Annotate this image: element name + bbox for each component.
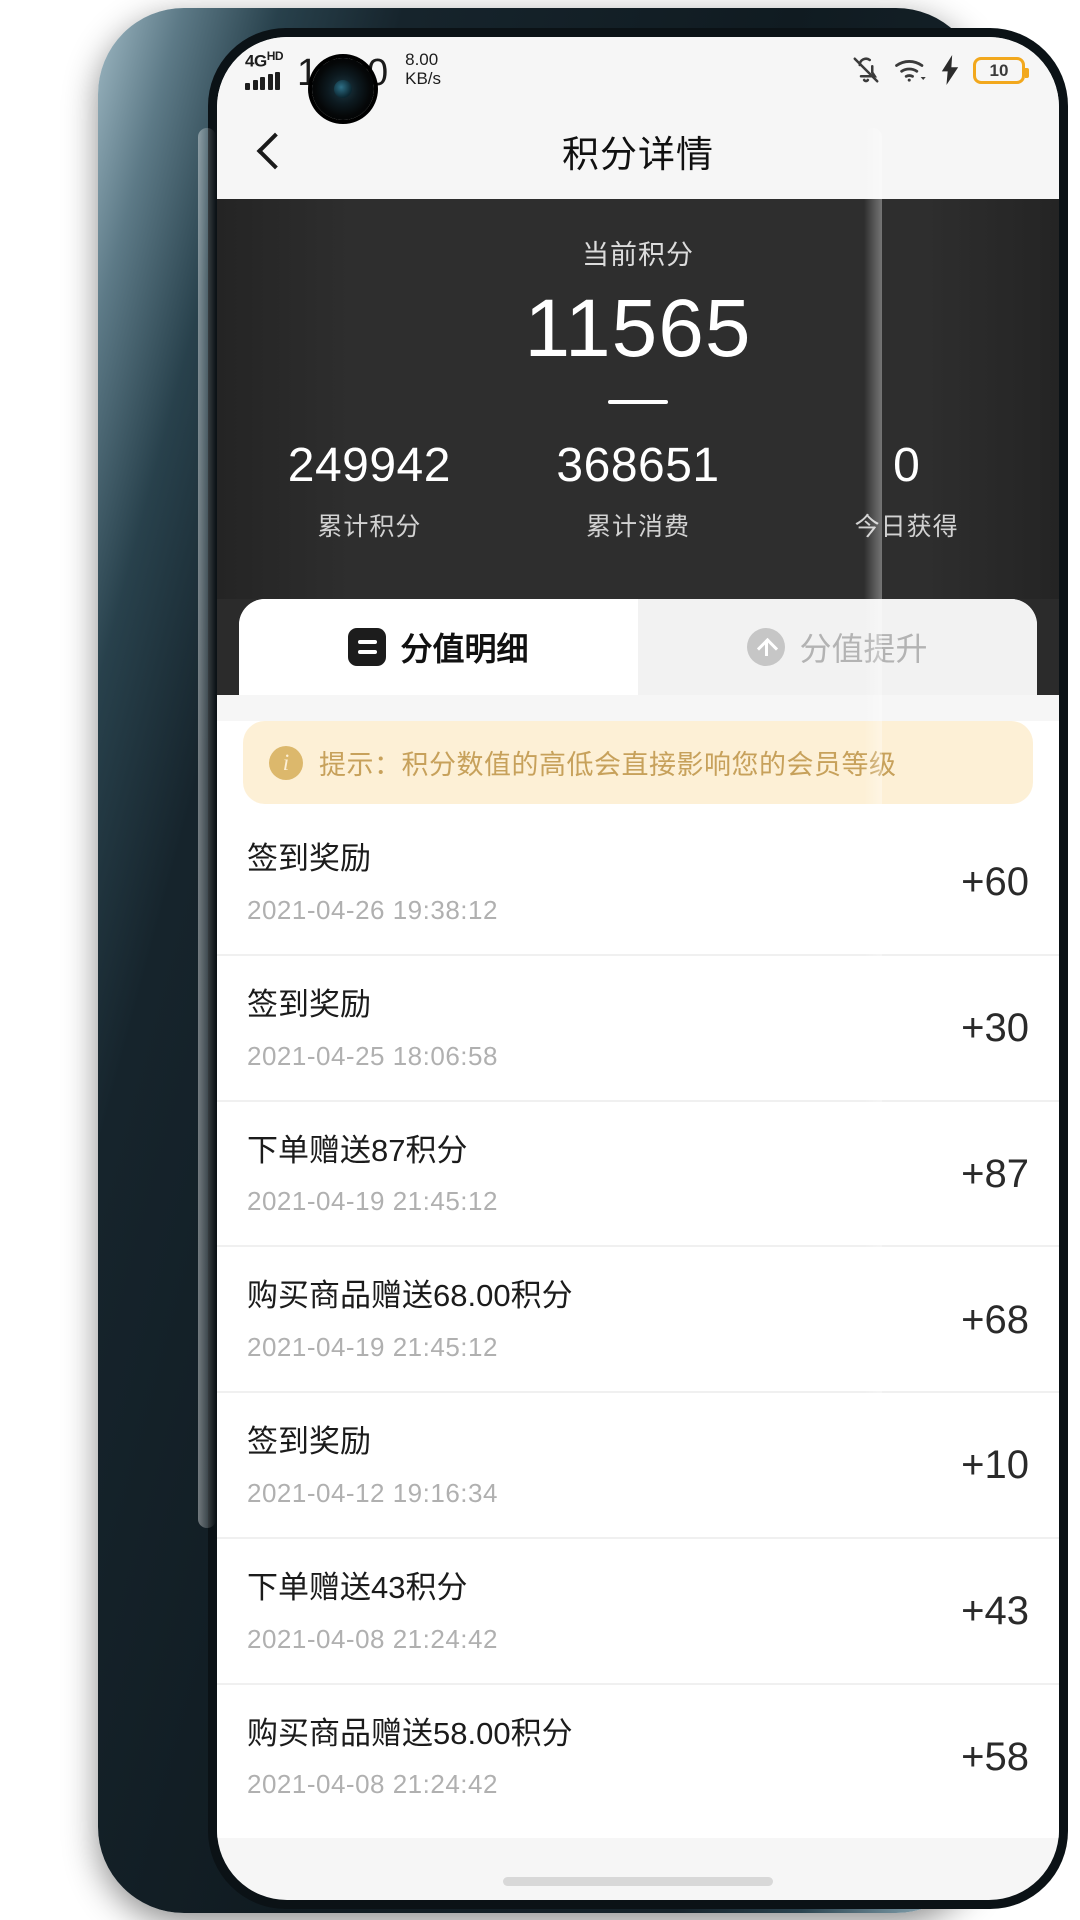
transaction-time: 2021-04-26 19:38:12: [247, 894, 498, 925]
transaction-time: 2021-04-08 21:24:42: [247, 1623, 498, 1654]
network-suffix-text: HD: [266, 49, 284, 64]
stat-caption: 今日获得: [854, 513, 959, 542]
transaction-info: 签到奖励 2021-04-25 18:06:58: [247, 986, 941, 1072]
transaction-info: 签到奖励 2021-04-12 19:16:34: [247, 1423, 941, 1509]
transaction-row[interactable]: 购买商品赠送58.00积分 2021-04-08 21:24:42 +58: [217, 1685, 1059, 1829]
bell-off-icon: [853, 57, 879, 83]
transaction-row[interactable]: 签到奖励 2021-04-26 19:38:12 +60: [217, 810, 1059, 956]
transaction-title: 签到奖励: [247, 841, 371, 877]
phone-screen: 4GHD 16:00 8.00 KB/s: [217, 37, 1059, 1900]
transaction-row[interactable]: 签到奖励 2021-04-12 19:16:34 +10: [217, 1393, 1059, 1539]
transaction-row[interactable]: 签到奖励 2021-04-25 18:06:58 +30: [217, 956, 1059, 1102]
tab-label: 分值提升: [799, 631, 928, 668]
transaction-info: 签到奖励 2021-04-26 19:38:12: [247, 840, 941, 926]
transaction-time: 2021-04-25 18:06:58: [247, 1040, 498, 1071]
stat-total-points: 249942 累计积分: [235, 439, 504, 543]
home-indicator[interactable]: [503, 1877, 773, 1886]
transaction-time: 2021-04-19 21:45:12: [247, 1332, 498, 1363]
transaction-time: 2021-04-08 21:24:42: [247, 1769, 498, 1800]
stat-caption: 累计积分: [317, 513, 422, 542]
battery-icon: 10: [973, 56, 1029, 84]
screenshot-stage: 4GHD 16:00 8.00 KB/s: [0, 0, 1080, 1920]
tip-text: 提示：积分数值的高低会直接影响您的会员等级: [319, 750, 897, 781]
tip-banner: i 提示：积分数值的高低会直接影响您的会员等级: [243, 721, 1033, 805]
transaction-info: 购买商品赠送68.00积分 2021-04-19 21:45:12: [247, 1277, 941, 1363]
tab-label: 分值明细: [400, 631, 529, 668]
transaction-title: 签到奖励: [247, 986, 371, 1022]
transaction-row[interactable]: 下单赠送43积分 2021-04-08 21:24:42 +43: [217, 1539, 1059, 1685]
battery-level-label: 10: [989, 60, 1009, 80]
back-button[interactable]: [235, 114, 309, 188]
transaction-title: 签到奖励: [247, 1424, 371, 1460]
transaction-amount: +60: [961, 860, 1029, 905]
transaction-list: 签到奖励 2021-04-26 19:38:12 +60 签到奖励 2021-04-25…: [217, 810, 1059, 1828]
transaction-title: 下单赠送43积分: [247, 1569, 468, 1605]
transaction-amount: +87: [961, 1151, 1029, 1196]
list-icon: [348, 628, 387, 667]
signal-bars-icon: [245, 71, 280, 90]
chevron-left-icon: [256, 132, 294, 170]
transaction-info: 购买商品赠送58.00积分 2021-04-08 21:24:42: [247, 1715, 941, 1801]
phone-frame: 4GHD 16:00 8.00 KB/s: [98, 8, 1068, 1913]
transaction-title: 购买商品赠送68.00积分: [247, 1278, 573, 1314]
stat-value: 0: [893, 439, 921, 493]
transaction-info: 下单赠送87积分 2021-04-19 21:45:12: [247, 1132, 941, 1218]
summary-stats-row: 249942 累计积分 368651 累计消费 0 今日获得: [217, 439, 1059, 543]
transaction-time: 2021-04-19 21:45:12: [247, 1186, 498, 1217]
front-camera-punch-hole: [312, 58, 374, 120]
stat-value: 249942: [287, 439, 451, 493]
transaction-amount: +43: [961, 1589, 1029, 1634]
network-type-label: 4GHD: [245, 49, 284, 71]
points-summary-panel: 当前积分 11565 249942 累计积分 368651 累计消费 0 今日获…: [217, 199, 1059, 600]
transaction-title: 购买商品赠送58.00积分: [247, 1715, 573, 1751]
network-indicator: 4GHD: [245, 49, 284, 90]
transaction-amount: +10: [961, 1443, 1029, 1488]
stat-value: 368651: [556, 439, 720, 493]
wifi-icon: [895, 60, 926, 82]
transaction-amount: +68: [961, 1297, 1029, 1342]
transaction-title: 下单赠送87积分: [247, 1132, 468, 1168]
transaction-time: 2021-04-12 19:16:34: [247, 1477, 498, 1508]
tab-content: i 提示：积分数值的高低会直接影响您的会员等级 签到奖励 2021-04-26 1…: [217, 721, 1059, 1839]
transaction-amount: +30: [961, 1006, 1029, 1051]
tab-score-boost[interactable]: 分值提升: [638, 599, 1037, 696]
tabs-container: 分值明细 分值提升: [217, 599, 1059, 696]
tab-score-details[interactable]: 分值明细: [239, 599, 638, 696]
info-icon: i: [269, 745, 303, 780]
transaction-row[interactable]: 下单赠送87积分 2021-04-19 21:45:12 +87: [217, 1102, 1059, 1248]
summary-divider: [608, 400, 668, 405]
lightning-bolt-icon: [941, 55, 959, 85]
network-speed: 8.00 KB/s: [405, 51, 441, 88]
stat-today-earned: 0 今日获得: [772, 439, 1041, 543]
status-bar-right: 10: [851, 55, 1029, 85]
current-points-value: 11565: [524, 283, 752, 374]
arrow-up-circle-icon: [747, 628, 786, 667]
tab-bar: 分值明细 分值提升: [239, 599, 1037, 696]
page-title: 积分详情: [562, 134, 714, 175]
network-speed-unit: KB/s: [405, 69, 442, 89]
network-speed-value: 8.00: [405, 50, 439, 70]
current-points-label: 当前积分: [582, 240, 694, 270]
transaction-row[interactable]: 购买商品赠送68.00积分 2021-04-19 21:45:12 +68: [217, 1247, 1059, 1394]
transaction-info: 下单赠送43积分 2021-04-08 21:24:42: [247, 1569, 941, 1655]
stat-total-spending: 368651 累计消费: [504, 439, 773, 543]
network-type-text: 4G: [245, 51, 267, 71]
transaction-amount: +58: [961, 1734, 1029, 1779]
stat-caption: 累计消费: [586, 513, 691, 542]
